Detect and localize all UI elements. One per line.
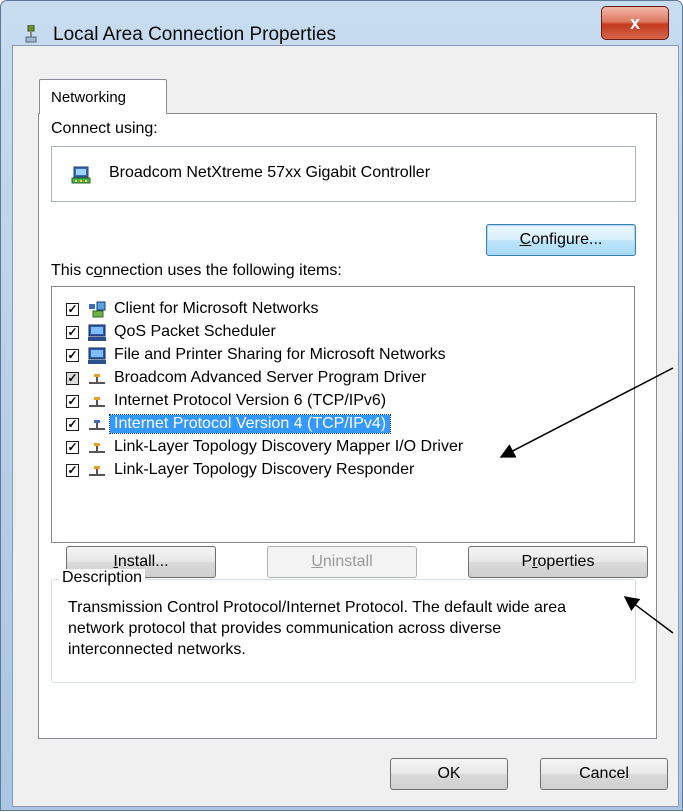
adapter-field: Broadcom NetXtreme 57xx Gigabit Controll… xyxy=(51,146,636,202)
cancel-button[interactable]: Cancel xyxy=(540,758,668,790)
item-label: Internet Protocol Version 4 (TCP/IPv4) xyxy=(108,414,392,434)
uninstall-label: Uninstall xyxy=(311,553,373,570)
item-checkbox[interactable]: ✓ xyxy=(66,326,79,339)
item-checkbox[interactable]: ✓ xyxy=(66,395,79,408)
computer-service-icon xyxy=(88,347,106,364)
close-icon: x xyxy=(629,12,640,33)
tab-networking[interactable]: Networking xyxy=(39,79,167,114)
tab-label: Networking xyxy=(51,89,127,106)
ok-label: OK xyxy=(437,765,461,782)
description-legend: Description xyxy=(59,569,146,587)
item-label: QoS Packet Scheduler xyxy=(114,323,276,340)
list-item[interactable]: ✓ Broadcom Advanced Server Program Drive… xyxy=(52,368,634,390)
dialog-window: Local Area Connection Properties x Netwo… xyxy=(0,0,683,811)
item-checkbox[interactable]: ✓ xyxy=(66,372,79,385)
configure-button[interactable]: Configure... xyxy=(486,224,636,256)
item-label: Link-Layer Topology Discovery Responder xyxy=(114,461,415,478)
item-checkbox[interactable]: ✓ xyxy=(66,418,79,431)
uninstall-button[interactable]: Uninstall xyxy=(267,546,417,578)
items-list[interactable]: ✓ Client for Microsoft Networks ✓ QoS Pa… xyxy=(51,286,635,543)
protocol-icon xyxy=(89,397,105,407)
configure-label: Configure... xyxy=(519,231,603,248)
protocol-icon xyxy=(89,374,105,384)
list-item[interactable]: ✓ File and Printer Sharing for Microsoft… xyxy=(52,345,634,367)
list-item[interactable]: ✓ Link-Layer Topology Discovery Mapper I… xyxy=(52,437,634,459)
properties-button[interactable]: Properties xyxy=(468,546,648,578)
item-label: Internet Protocol Version 6 (TCP/IPv6) xyxy=(114,392,387,409)
computer-service-icon xyxy=(88,324,106,341)
protocol-icon xyxy=(89,443,105,453)
item-label: Client for Microsoft Networks xyxy=(114,300,319,317)
list-item[interactable]: ✓ Link-Layer Topology Discovery Responde… xyxy=(52,460,634,482)
close-button[interactable]: x xyxy=(601,6,669,40)
window-title: Local Area Connection Properties xyxy=(53,24,337,45)
cancel-label: Cancel xyxy=(579,765,629,782)
items-label: This connection uses the following items… xyxy=(51,262,342,279)
network-connection-icon xyxy=(25,25,37,43)
connect-using-label: Connect using: xyxy=(51,120,158,137)
protocol-icon xyxy=(89,466,105,476)
ok-button[interactable]: OK xyxy=(390,758,508,790)
item-label: Broadcom Advanced Server Program Driver xyxy=(114,369,427,386)
adapter-name: Broadcom NetXtreme 57xx Gigabit Controll… xyxy=(109,164,431,181)
list-item[interactable]: ✓ Client for Microsoft Networks xyxy=(52,299,634,321)
item-checkbox[interactable]: ✓ xyxy=(66,303,79,316)
network-adapter-icon xyxy=(71,166,91,184)
description-text: Transmission Control Protocol/Internet P… xyxy=(68,599,567,658)
dialog-client-area: Networking Connect using: Broadcom NetXt… xyxy=(12,45,679,807)
list-item-selected[interactable]: ✓ Internet Protocol Version 4 (TCP/IPv4) xyxy=(52,414,634,436)
item-label: Link-Layer Topology Discovery Mapper I/O… xyxy=(114,438,464,455)
network-client-icon xyxy=(89,301,106,318)
item-checkbox[interactable]: ✓ xyxy=(66,441,79,454)
title-bar[interactable]: Local Area Connection Properties x xyxy=(1,1,682,45)
protocol-icon xyxy=(89,420,105,430)
description-group: Description Transmission Control Protoco… xyxy=(51,569,636,683)
list-item[interactable]: ✓ Internet Protocol Version 6 (TCP/IPv6) xyxy=(52,391,634,413)
item-checkbox[interactable]: ✓ xyxy=(66,349,79,362)
properties-label: Properties xyxy=(521,553,595,570)
item-checkbox[interactable]: ✓ xyxy=(66,464,79,477)
item-label: File and Printer Sharing for Microsoft N… xyxy=(114,346,446,363)
list-item[interactable]: ✓ QoS Packet Scheduler xyxy=(52,322,634,344)
